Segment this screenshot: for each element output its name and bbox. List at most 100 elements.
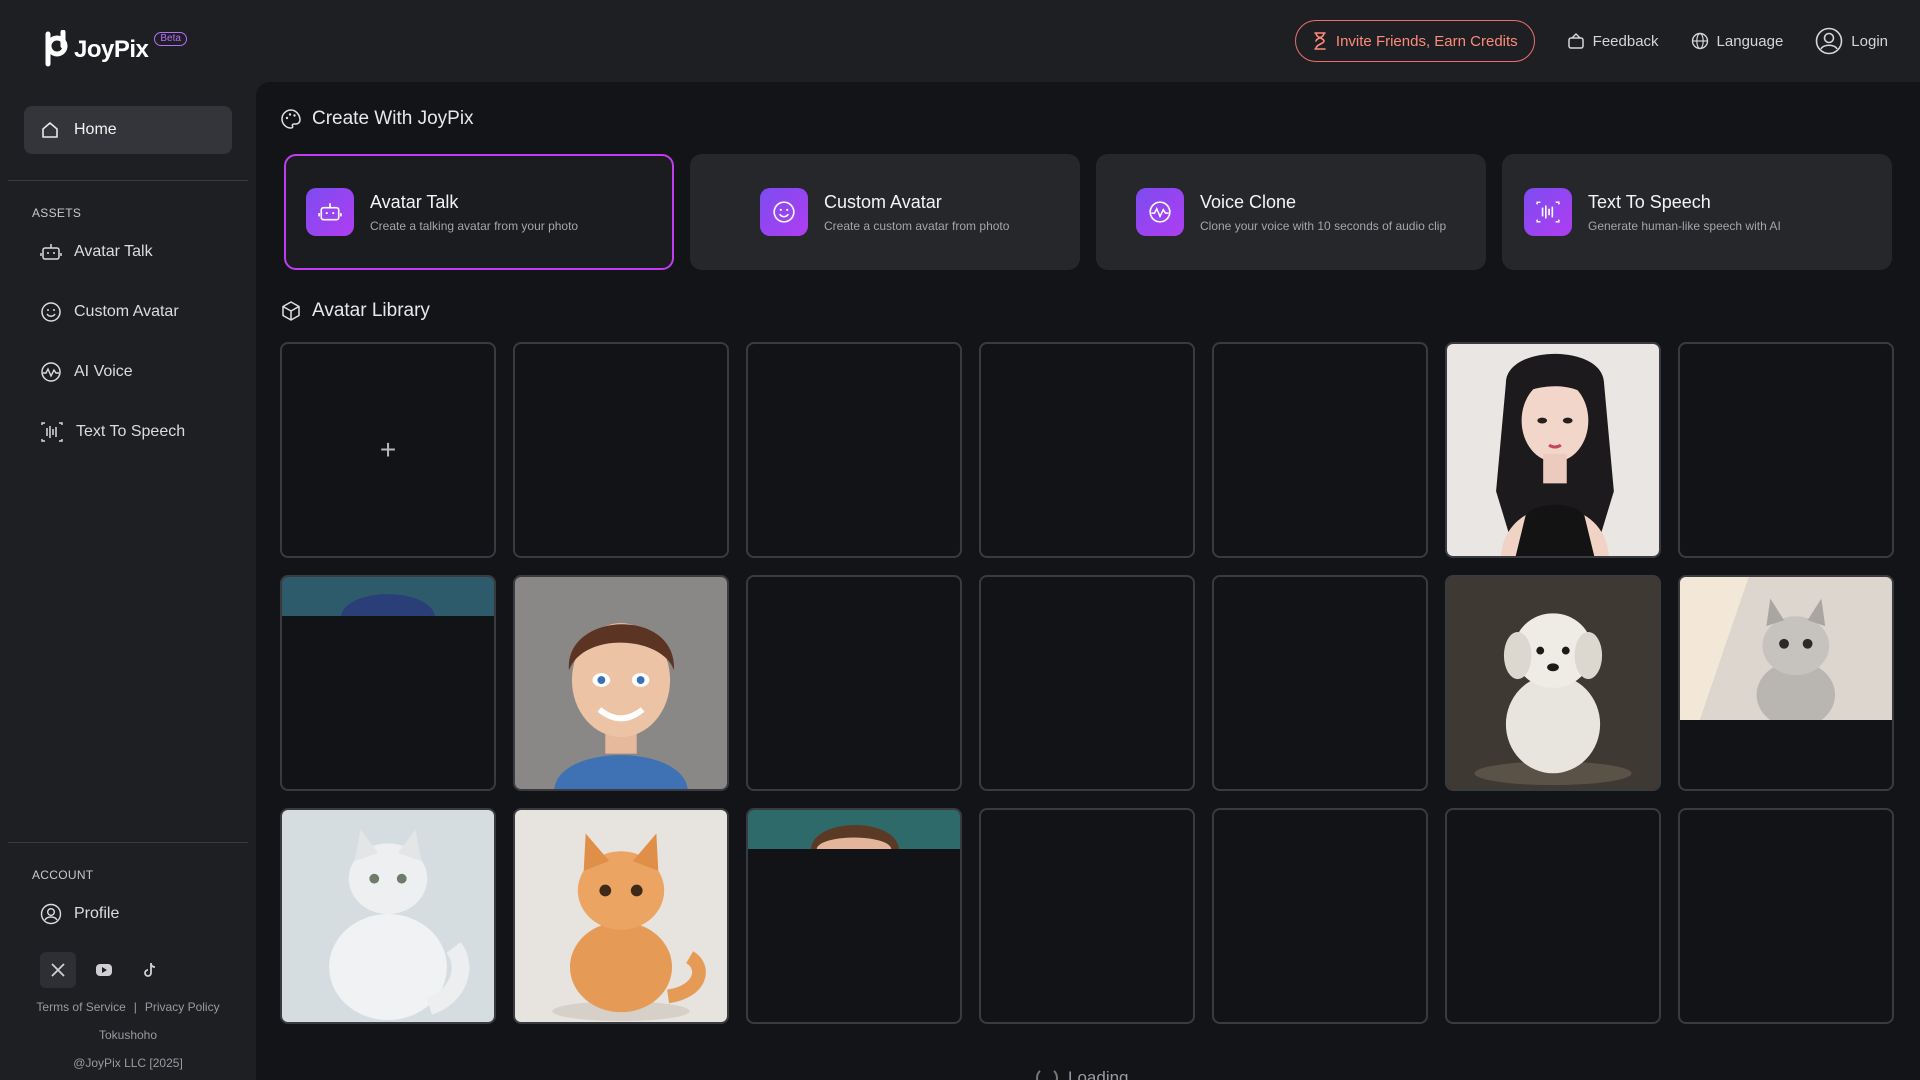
avatar-tile-empty[interactable] [1212,575,1428,791]
robot-icon [40,244,62,260]
avatar-tile-empty[interactable] [513,342,729,558]
smile-icon [773,201,795,223]
avatar-tile-kitten[interactable] [1678,575,1894,791]
avatar-tile-puppy[interactable] [1445,575,1661,791]
card-subtitle: Clone your voice with 10 seconds of audi… [1200,218,1447,233]
avatar-tile-empty[interactable] [1212,342,1428,558]
boy-portrait-image [515,577,727,789]
legal-links: Terms of Service | Privacy Policy [0,1000,256,1014]
sidebar-divider [8,180,248,181]
joypix-logo-mark-icon [45,30,68,67]
sidebar-item-custom-avatar[interactable]: Custom Avatar [40,298,179,326]
sidebar-item-text-to-speech[interactable]: Text To Speech [40,418,185,446]
avatar-tile-empty[interactable] [1212,808,1428,1024]
speech-bars-icon [1536,201,1560,223]
avatar-tile-empty[interactable] [979,575,1195,791]
x-social-link[interactable] [40,952,76,988]
assets-section-title: ASSETS [32,206,82,220]
youtube-icon [96,964,112,976]
hourglass-icon [1314,32,1326,50]
joypix-logo[interactable]: JoyPix Beta [44,30,187,70]
user-circle-icon [40,903,62,925]
sidebar-item-profile[interactable]: Profile [40,900,119,928]
loading-indicator: Loading [1036,1067,1129,1080]
plus-icon: + [379,434,397,465]
avatar-tile-blue-hair[interactable] [280,575,496,791]
avatar-tile-empty[interactable] [979,808,1195,1024]
card-subtitle: Create a talking avatar from your photo [370,218,579,233]
beta-badge: Beta [154,32,187,46]
tokushoho-link[interactable]: Tokushoho [0,1028,256,1042]
orange-kitten-image [515,810,727,1022]
avatar-tile-empty[interactable] [979,342,1195,558]
feedback-icon [1567,32,1584,49]
create-section-title: Create With JoyPix [312,108,474,129]
sidebar-item-avatar-talk[interactable]: Avatar Talk [40,238,153,266]
avatar-tile-boy[interactable] [513,575,729,791]
sidebar-item-label: Text To Speech [76,423,186,440]
feedback-label: Feedback [1592,32,1659,50]
brown-hair-partial-image [748,810,960,850]
invite-friends-button[interactable]: Invite Friends, Earn Credits [1294,20,1535,62]
white-puppy-image [1447,577,1659,789]
voice-wave-icon [1149,201,1171,223]
spinner-icon [1036,1067,1058,1080]
blue-hair-partial-image [282,577,494,617]
home-icon [42,122,58,138]
card-subtitle: Create a custom avatar from photo [824,218,1010,233]
avatar-tile-empty[interactable] [1678,808,1894,1024]
palette-icon [281,109,301,129]
sidebar: Home ASSETS Avatar Talk Custom Avatar AI… [0,82,256,1080]
avatar-tile-empty[interactable] [1445,808,1661,1024]
avatar-tile-empty[interactable] [746,342,962,558]
robot-icon [318,203,342,221]
sidebar-item-label: Profile [74,905,120,922]
card-title: Avatar Talk [370,191,459,212]
speech-bars-icon [41,422,63,442]
avatar-tile-empty[interactable] [1678,342,1894,558]
loading-label: Loading [1068,1068,1129,1080]
sidebar-item-label: Home [74,121,117,138]
library-section-title: Avatar Library [312,300,430,321]
login-label: Login [1851,32,1888,50]
card-title: Voice Clone [1200,191,1297,212]
sidebar-item-label: Avatar Talk [74,243,153,260]
library-section-header: Avatar Library [280,300,430,322]
card-title: Custom Avatar [824,191,942,212]
tiktok-social-link[interactable] [132,952,168,988]
card-avatar-talk[interactable]: Avatar Talk Create a talking avatar from… [284,154,674,270]
add-avatar-tile[interactable]: + [280,342,496,558]
privacy-policy-link[interactable]: Privacy Policy [145,1000,220,1014]
card-text-to-speech[interactable]: Text To Speech Generate human-like speec… [1502,154,1892,270]
avatar-tile-brown-hair[interactable] [746,808,962,1024]
language-selector[interactable]: Language [1691,32,1784,50]
card-title: Text To Speech [1588,191,1711,212]
voice-wave-icon [41,362,61,382]
terms-of-service-link[interactable]: Terms of Service [36,1000,125,1014]
sidebar-item-label: AI Voice [74,363,133,380]
card-custom-avatar[interactable]: Custom Avatar Create a custom avatar fro… [690,154,1080,270]
sidebar-item-ai-voice[interactable]: AI Voice [40,358,133,386]
invite-friends-label: Invite Friends, Earn Credits [1335,32,1518,50]
woman-portrait-image [1447,344,1659,556]
brand-name: JoyPix [74,36,149,63]
avatar-tile-orange-kitten[interactable] [513,808,729,1024]
tiktok-icon [144,962,156,977]
avatar-tile-empty[interactable] [746,575,962,791]
feedback-link[interactable]: Feedback [1567,32,1659,50]
x-icon [51,963,65,977]
sidebar-item-home[interactable]: Home [24,106,232,154]
youtube-social-link[interactable] [86,952,122,988]
avatar-tile-white-cat[interactable] [280,808,496,1024]
card-subtitle: Generate human-like speech with AI [1588,218,1781,233]
avatar-library-grid: + [280,342,1894,1024]
kitten-partial-image [1680,577,1892,721]
main-content: Create With JoyPix Avatar Talk Create a … [256,82,1920,1080]
language-label: Language [1716,32,1784,50]
card-voice-clone[interactable]: Voice Clone Clone your voice with 10 sec… [1096,154,1486,270]
sidebar-item-label: Custom Avatar [74,303,179,320]
avatar-tile-woman[interactable] [1445,342,1661,558]
login-button[interactable]: Login [1815,27,1888,55]
account-section-title: ACCOUNT [32,868,94,882]
card-icon-box [760,188,808,236]
